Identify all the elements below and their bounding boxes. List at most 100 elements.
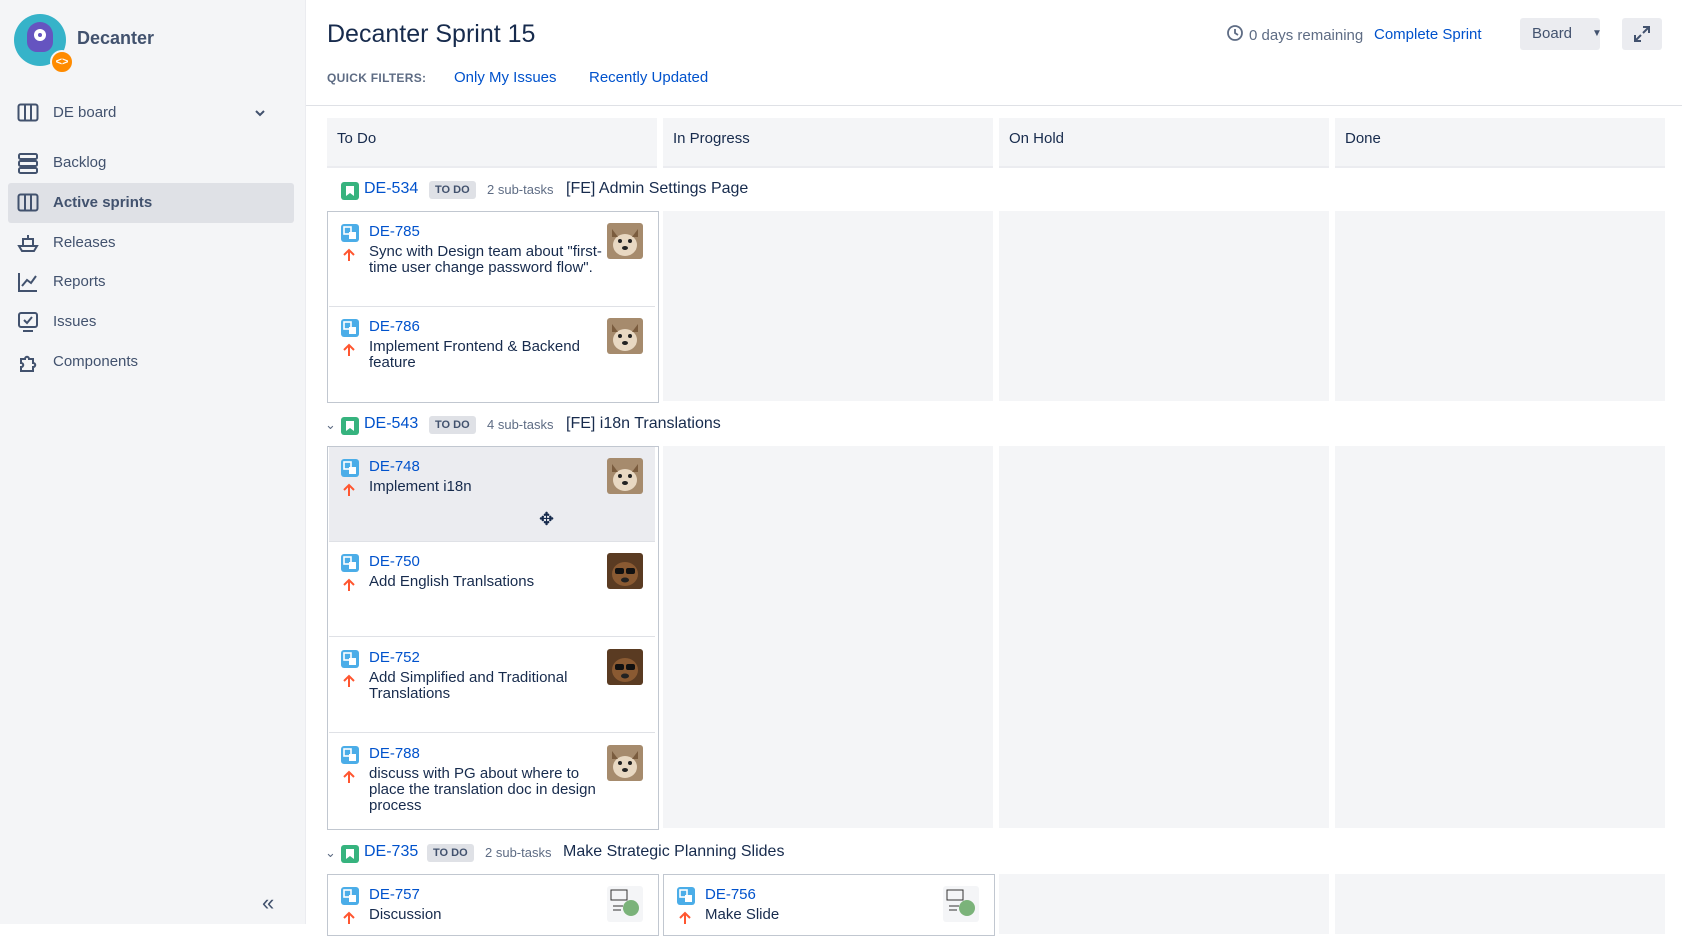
sidebar-item-issues[interactable]: Issues <box>8 302 294 342</box>
issue-summary: Add Simplified and Traditional Translati… <box>369 669 568 702</box>
chevron-down-icon[interactable]: ⌄ <box>325 417 336 433</box>
header-divider <box>306 105 1682 106</box>
issue-card[interactable]: DE-786 Implement Frontend & Backend feat… <box>329 307 655 401</box>
issue-summary: Implement i18n <box>369 478 472 495</box>
issue-key[interactable]: DE-748 <box>369 458 420 475</box>
chart-icon <box>18 273 37 292</box>
issue-key[interactable]: DE-788 <box>369 745 420 762</box>
assignee-avatar[interactable] <box>943 886 979 922</box>
issue-key[interactable]: DE-756 <box>705 886 756 903</box>
filter-recently-updated[interactable]: Recently Updated <box>589 69 708 86</box>
column-title: Done <box>1345 130 1381 147</box>
priority-high-icon <box>343 343 355 356</box>
column-on-hold-lane-1[interactable] <box>999 211 1329 401</box>
issue-summary: Implement Frontend & Backend feature <box>369 338 580 371</box>
sidebar-item-label: Components <box>53 353 139 370</box>
story-icon <box>341 845 359 863</box>
priority-high-icon <box>343 578 355 591</box>
column-todo-lane-2: DE-748 Implement i18n ✥ DE-750 Add Engli… <box>327 446 659 830</box>
sidebar-item-label: Issues <box>53 313 97 330</box>
complete-sprint-button[interactable]: Complete Sprint <box>1374 26 1482 43</box>
fullscreen-button[interactable] <box>1622 18 1662 50</box>
issue-card[interactable]: DE-750 Add English Tranlsations <box>329 542 655 637</box>
priority-high-icon <box>343 770 355 783</box>
sidebar-item-releases[interactable]: Releases <box>8 223 294 263</box>
days-remaining: 0 days remaining <box>1249 27 1364 44</box>
assignee-avatar[interactable] <box>607 745 643 781</box>
project-avatar[interactable]: <> <box>14 14 74 74</box>
page-title: Decanter Sprint 15 <box>327 20 536 48</box>
board-icon <box>17 103 39 122</box>
filter-only-my-issues[interactable]: Only My Issues <box>454 69 557 86</box>
subtask-count: 2 sub-tasks <box>485 845 552 860</box>
sidebar-item-active-sprints[interactable]: Active sprints <box>8 183 294 223</box>
subtask-icon <box>341 887 359 905</box>
priority-high-icon <box>343 483 355 496</box>
swimlane-key[interactable]: DE-735 <box>364 843 418 861</box>
swimlane-key[interactable]: DE-543 <box>364 415 418 433</box>
assignee-avatar[interactable] <box>607 458 643 494</box>
story-icon <box>341 182 359 200</box>
issue-card[interactable]: DE-757 Discussion <box>329 875 655 935</box>
board-icon <box>17 193 39 212</box>
board-selector[interactable]: DE board <box>16 100 288 126</box>
subtask-icon <box>341 319 359 337</box>
assignee-avatar[interactable] <box>607 886 643 922</box>
sidebar-item-reports[interactable]: Reports <box>8 262 294 302</box>
priority-high-icon <box>343 674 355 687</box>
issue-card[interactable]: DE-752 Add Simplified and Traditional Tr… <box>329 638 655 733</box>
caret-down-icon: ▼ <box>1592 28 1602 39</box>
assignee-avatar[interactable] <box>607 223 643 259</box>
board-selector-label: DE board <box>53 104 117 121</box>
column-on-hold-lane-3[interactable] <box>999 874 1329 934</box>
column-in-progress-lane-1[interactable] <box>663 211 993 401</box>
swimlane-header[interactable]: ⌄ DE-735 TO DO 2 sub-tasks Make Strategi… <box>325 843 1027 867</box>
sidebar-item-components[interactable]: Components <box>8 342 294 382</box>
issue-card[interactable]: DE-785 Sync with Design team about "firs… <box>329 212 655 307</box>
issue-summary: Add English Tranlsations <box>369 573 535 590</box>
project-name: Decanter <box>77 28 155 48</box>
swimlane-title: [FE] Admin Settings Page <box>566 180 749 197</box>
assignee-avatar[interactable] <box>607 318 643 354</box>
swimlane-key[interactable]: DE-534 <box>364 180 418 198</box>
issue-summary: Make Slide <box>705 906 780 923</box>
clock-icon <box>1227 25 1243 41</box>
issue-key[interactable]: DE-757 <box>369 886 420 903</box>
quick-filters-label: QUICK FILTERS: <box>327 71 427 85</box>
issue-card[interactable]: DE-756 Make Slide <box>665 875 991 935</box>
column-title: On Hold <box>1009 130 1065 147</box>
column-on-hold-lane-2[interactable] <box>999 446 1329 828</box>
issue-card[interactable]: DE-748 Implement i18n ✥ <box>329 447 655 542</box>
column-done-lane-2[interactable] <box>1335 446 1665 828</box>
chevron-down-icon[interactable]: ⌄ <box>325 845 336 861</box>
column-done-lane-3[interactable] <box>1335 874 1665 934</box>
chevron-down-icon <box>255 110 265 117</box>
swimlane-header[interactable]: DE-534 TO DO 2 sub-tasks [FE] Admin Sett… <box>327 180 1027 204</box>
issue-summary: Discussion <box>369 906 442 923</box>
subtask-icon <box>677 887 695 905</box>
subtask-icon <box>341 224 359 242</box>
board-menu-button[interactable]: Board ▼ <box>1520 18 1602 50</box>
column-done-lane-1[interactable] <box>1335 211 1665 401</box>
puzzle-icon <box>20 355 37 372</box>
issue-key[interactable]: DE-785 <box>369 223 420 240</box>
issue-card[interactable]: DE-788 discuss with PG about where to pl… <box>329 734 655 828</box>
subtask-icon <box>341 459 359 477</box>
issue-summary: Sync with Design team about "first-time … <box>369 243 602 276</box>
column-header-in-progress: In Progress <box>663 118 993 168</box>
subtask-icon <box>341 650 359 668</box>
column-header-on-hold: On Hold <box>999 118 1329 168</box>
subtask-count: 4 sub-tasks <box>487 417 554 432</box>
issue-key[interactable]: DE-786 <box>369 318 420 335</box>
issue-key[interactable]: DE-752 <box>369 649 420 666</box>
swimlane-header[interactable]: ⌄ DE-543 TO DO 4 sub-tasks [FE] i18n Tra… <box>325 415 1027 439</box>
column-in-progress-lane-2[interactable] <box>663 446 993 828</box>
sidebar-item-backlog[interactable]: Backlog <box>8 143 294 183</box>
issue-key[interactable]: DE-750 <box>369 553 420 570</box>
assignee-avatar[interactable] <box>607 553 643 589</box>
collapse-sidebar-icon[interactable]: « <box>262 890 274 916</box>
assignee-avatar[interactable] <box>607 649 643 685</box>
swimlane-title: [FE] i18n Translations <box>566 415 721 432</box>
column-title: In Progress <box>673 130 750 147</box>
subtask-icon <box>341 554 359 572</box>
